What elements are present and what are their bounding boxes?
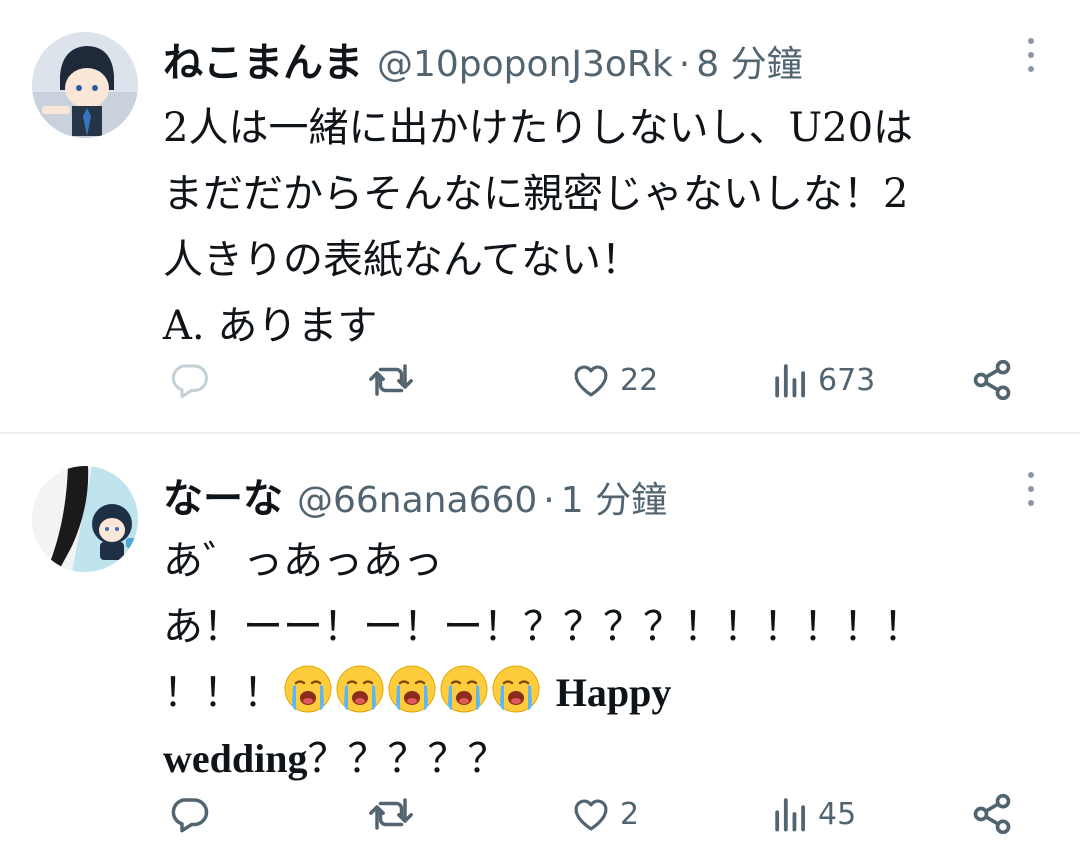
display-name[interactable]: なーな — [163, 466, 283, 524]
views-icon — [775, 798, 805, 832]
reply-icon — [171, 798, 209, 833]
separator: · — [678, 44, 691, 85]
loudly-crying-face-emoji — [492, 665, 540, 713]
tweet-meta: @66nana660 · 1 分鐘 — [297, 471, 667, 523]
tweet-text-line: 2人は一緒に出かけたりしないし、U20は — [163, 105, 914, 151]
tweet-text: 2人は一緒に出かけたりしないし、U20は まだだからそんなに親密じゃないしな！2… — [163, 95, 1033, 359]
view-count: 673 — [818, 362, 876, 398]
separator: · — [543, 480, 555, 521]
tweet-text-line: まだだからそんなに親密じゃないしな！2 — [163, 171, 909, 217]
tweet-text-line: ！！！ Happy — [163, 660, 1033, 726]
tweet-text-segment: ？？？？？ — [307, 736, 508, 782]
handle[interactable]: @66nana660 — [297, 480, 537, 521]
tweet-text: あ゛っあっあっ あ！ーー！ー！ー！？？？？！！！！！！ ！！！ Happy we… — [163, 528, 1033, 792]
views-button[interactable]: 45 — [772, 784, 856, 844]
loudly-crying-face-emoji — [284, 665, 332, 713]
avatar-image — [32, 32, 138, 138]
tweet-text-line: wedding？？？？？ — [163, 726, 1033, 792]
tweet-text-segment: Happy — [555, 670, 672, 715]
emoji-group — [283, 665, 543, 716]
handle[interactable]: @10poponJ3oRk — [377, 44, 673, 85]
retweet-button[interactable] — [368, 784, 422, 844]
tweet-actions: 22 673 — [0, 350, 1080, 410]
tweet-text-segment: wedding — [163, 736, 308, 781]
share-button[interactable] — [970, 784, 1014, 844]
heart-icon — [574, 365, 608, 397]
tweet-meta: @10poponJ3oRk · 8 分鐘 — [377, 35, 803, 87]
share-button[interactable] — [970, 350, 1014, 410]
avatar[interactable] — [32, 32, 138, 138]
more-icon[interactable] — [1026, 472, 1036, 506]
loudly-crying-face-emoji — [388, 665, 436, 713]
like-button[interactable]: 2 — [570, 784, 639, 844]
like-count: 2 — [620, 796, 640, 832]
retweet-button[interactable] — [368, 350, 422, 410]
tweet-text-line: あ！ーー！ー！ー！？？？？！！！！！！ — [163, 604, 923, 650]
views-icon — [775, 364, 805, 398]
avatar-image — [32, 466, 138, 572]
display-name[interactable]: ねこまんま — [163, 30, 363, 88]
tweet-header: ねこまんま @10poponJ3oRk · 8 分鐘 — [163, 30, 803, 88]
tweet[interactable]: ねこまんま @10poponJ3oRk · 8 分鐘 2人は一緒に出かけたりしないし… — [0, 0, 1080, 432]
like-count: 22 — [620, 362, 659, 398]
reply-button[interactable] — [168, 784, 218, 844]
tweet-text-line: あ゛っあっあっ — [163, 538, 443, 584]
timestamp[interactable]: 8 分鐘 — [696, 44, 802, 85]
more-icon[interactable] — [1026, 38, 1036, 72]
heart-icon — [574, 799, 608, 831]
avatar[interactable] — [32, 466, 138, 572]
tweet-text-line: 人きりの表紙なんてない！ — [163, 237, 641, 283]
tweet-text-segment: ！！！ — [163, 670, 283, 716]
tweet-actions: 2 45 — [0, 784, 1080, 844]
loudly-crying-face-emoji — [336, 665, 384, 713]
share-icon — [973, 359, 1011, 401]
loudly-crying-face-emoji — [440, 665, 488, 713]
retweet-icon — [369, 798, 413, 830]
timestamp[interactable]: 1 分鐘 — [561, 480, 667, 521]
retweet-icon — [369, 364, 413, 396]
tweet-header: なーな @66nana660 · 1 分鐘 — [163, 466, 667, 524]
views-button[interactable]: 673 — [772, 350, 875, 410]
view-count: 45 — [818, 796, 857, 832]
tweet[interactable]: なーな @66nana660 · 1 分鐘 あ゛っあっあっ あ！ーー！ー！ー！？？？… — [0, 434, 1080, 867]
reply-button[interactable] — [168, 350, 218, 410]
like-button[interactable]: 22 — [570, 350, 658, 410]
share-icon — [973, 793, 1011, 835]
reply-icon — [171, 364, 208, 399]
